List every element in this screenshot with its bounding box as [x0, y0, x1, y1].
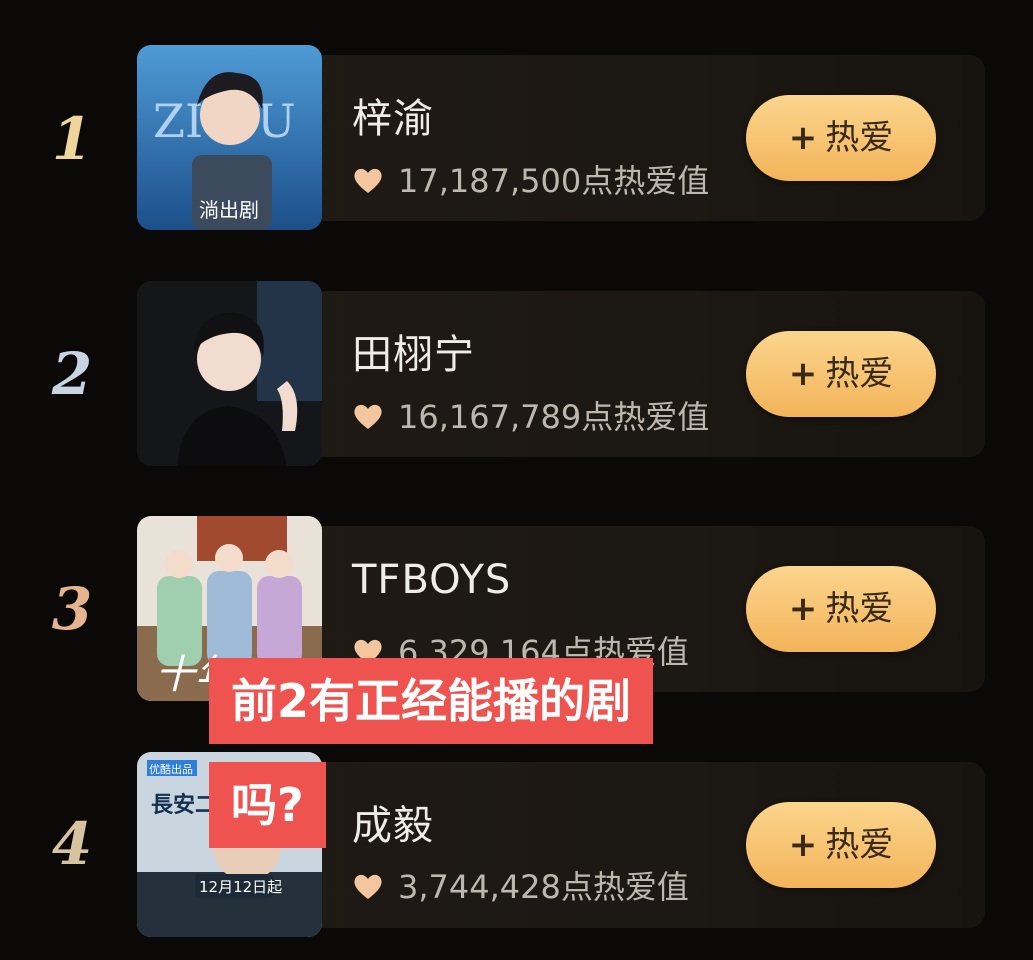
heart-icon — [354, 404, 382, 429]
idol-name: 梓渝 — [352, 96, 434, 142]
svg-text:U: U — [257, 94, 296, 148]
heart-icon — [354, 874, 382, 899]
add-love-button[interactable]: + 热爱 — [746, 331, 936, 417]
idol-name: TFBOYS — [352, 557, 512, 603]
thumbnail-caption: 淌出剧 — [199, 198, 259, 222]
heart-icon — [354, 168, 382, 193]
add-love-button[interactable]: + 热爱 — [746, 566, 936, 652]
rank-number: 3 — [51, 575, 93, 643]
love-score: 3,744,428点热爱值 — [352, 862, 689, 908]
add-love-button[interactable]: + 热爱 — [746, 802, 936, 888]
rank-number: 4 — [51, 810, 93, 878]
poster-date: 12月12日起 — [199, 878, 282, 896]
idol-name: 成毅 — [352, 803, 434, 849]
overlay-caption-line2: 吗? — [209, 762, 326, 848]
love-score: 17,187,500点热爱值 — [352, 156, 709, 202]
love-score: 16,167,789点热爱值 — [352, 392, 709, 438]
rank-number: 2 — [51, 340, 93, 408]
svg-text:ZI: ZI — [153, 94, 203, 148]
overlay-caption-line1: 前2有正经能播的剧 — [209, 658, 654, 744]
idol-name: 田栩宁 — [352, 332, 475, 378]
avatar[interactable]: ZI U 淌出剧 — [137, 45, 322, 230]
avatar[interactable] — [137, 281, 322, 466]
add-love-button[interactable]: + 热爱 — [746, 95, 936, 181]
rank-number: 1 — [51, 105, 93, 173]
poster-badge: 优酷出品 — [149, 762, 193, 776]
